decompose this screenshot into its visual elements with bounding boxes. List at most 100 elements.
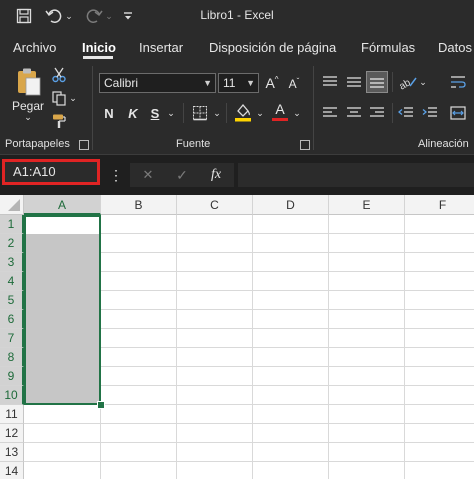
merge-center-icon[interactable] bbox=[448, 103, 468, 123]
fill-handle[interactable] bbox=[97, 401, 105, 409]
row-header-8[interactable]: 8 bbox=[0, 348, 24, 367]
more-options-icon[interactable]: ⋮ bbox=[108, 163, 124, 187]
font-color-button[interactable]: A bbox=[270, 100, 290, 122]
row-header-14[interactable]: 14 bbox=[0, 462, 24, 479]
font-dialog-launcher-icon[interactable] bbox=[300, 140, 310, 150]
align-left-icon[interactable] bbox=[320, 103, 340, 123]
row-header-10[interactable]: 10 bbox=[0, 386, 24, 405]
row-header-5[interactable]: 5 bbox=[0, 291, 24, 310]
tab-insertar[interactable]: Insertar bbox=[139, 40, 183, 55]
fill-color-icon[interactable] bbox=[233, 101, 253, 123]
tab-archivo[interactable]: Archivo bbox=[13, 40, 56, 55]
group-separator bbox=[92, 66, 93, 150]
tab-formulas[interactable]: Fórmulas bbox=[361, 40, 415, 55]
name-box[interactable]: A1:A10 bbox=[2, 159, 100, 185]
row-header-4[interactable]: 4 bbox=[0, 272, 24, 291]
align-top-icon[interactable] bbox=[320, 72, 340, 92]
borders-dropdown-icon[interactable]: ⌄ bbox=[212, 103, 222, 123]
insert-function-icon[interactable]: fx bbox=[206, 163, 226, 187]
shrink-font-caret-icon: ˇ bbox=[296, 76, 300, 86]
active-cell[interactable] bbox=[26, 217, 99, 234]
paste-dropdown-icon[interactable]: ⌄ bbox=[22, 112, 34, 122]
orientation-dropdown-icon[interactable]: ⌄ bbox=[418, 72, 428, 92]
grow-font-caret-icon: ^ bbox=[274, 74, 279, 84]
tab-datos[interactable]: Datos bbox=[438, 40, 472, 55]
title-bar: ⌄ ⌄ Libro1 - Excel bbox=[0, 0, 474, 32]
cancel-icon[interactable]: ✕ bbox=[138, 163, 158, 187]
row-header-9[interactable]: 9 bbox=[0, 367, 24, 386]
worksheet-grid[interactable]: A B C D E F 1 2 3 4 5 6 7 8 9 10 11 12 13 14 bbox=[0, 195, 474, 479]
group-separator bbox=[313, 66, 314, 150]
align-bottom-icon[interactable] bbox=[366, 71, 388, 93]
fill-color-dropdown-icon[interactable]: ⌄ bbox=[255, 103, 265, 123]
row-header-6[interactable]: 6 bbox=[0, 310, 24, 329]
format-painter-icon[interactable] bbox=[50, 112, 68, 130]
redo-icon[interactable] bbox=[84, 6, 104, 26]
row-gridline bbox=[24, 423, 474, 424]
button-separator bbox=[226, 103, 227, 123]
select-all-corner[interactable] bbox=[0, 195, 24, 215]
shrink-font-letter: A bbox=[288, 77, 297, 91]
italic-button[interactable]: K bbox=[124, 103, 142, 123]
row-header-1[interactable]: 1 bbox=[0, 215, 24, 234]
undo-dropdown-icon[interactable]: ⌄ bbox=[64, 6, 74, 26]
row-header-3[interactable]: 3 bbox=[0, 253, 24, 272]
enter-icon[interactable]: ✓ bbox=[172, 163, 192, 187]
cut-icon[interactable] bbox=[50, 66, 68, 84]
tab-disposicion-pagina[interactable]: Disposición de página bbox=[209, 40, 336, 55]
decrease-indent-icon[interactable] bbox=[396, 103, 416, 123]
grow-font-letter: A bbox=[265, 75, 275, 91]
align-middle-icon[interactable] bbox=[344, 72, 364, 92]
column-header-c[interactable]: C bbox=[177, 195, 253, 215]
column-header-b[interactable]: B bbox=[101, 195, 177, 215]
button-separator bbox=[392, 103, 393, 123]
align-center-icon[interactable] bbox=[344, 103, 364, 123]
orientation-icon[interactable]: ab bbox=[396, 72, 418, 92]
row-header-11[interactable]: 11 bbox=[0, 405, 24, 424]
increase-indent-icon[interactable] bbox=[420, 103, 440, 123]
align-right-icon[interactable] bbox=[367, 103, 387, 123]
save-icon[interactable] bbox=[14, 6, 34, 26]
row-header-2[interactable]: 2 bbox=[0, 234, 24, 253]
group-label-alineacion: Alineación bbox=[418, 138, 469, 150]
paste-icon[interactable] bbox=[14, 66, 44, 98]
button-separator bbox=[392, 72, 393, 92]
font-size-combo[interactable]: 11 ▼ bbox=[218, 73, 259, 93]
redo-dropdown-icon[interactable]: ⌄ bbox=[104, 6, 114, 26]
row-gridline bbox=[24, 461, 474, 462]
formula-input[interactable] bbox=[238, 163, 474, 187]
active-tab-indicator bbox=[83, 56, 113, 59]
borders-icon[interactable] bbox=[190, 103, 210, 123]
font-name-value: Calibri bbox=[104, 76, 139, 90]
row-header-12[interactable]: 12 bbox=[0, 424, 24, 443]
column-header-f[interactable]: F bbox=[405, 195, 474, 215]
tab-inicio[interactable]: Inicio bbox=[82, 40, 116, 55]
column-header-a[interactable]: A bbox=[24, 195, 101, 215]
row-header-13[interactable]: 13 bbox=[0, 443, 24, 462]
ribbon-tabs: Archivo Inicio Insertar Disposición de p… bbox=[0, 32, 474, 60]
clipboard-dialog-launcher-icon[interactable] bbox=[79, 140, 89, 150]
column-header-d[interactable]: D bbox=[253, 195, 329, 215]
customize-icon[interactable] bbox=[121, 6, 135, 26]
selected-range[interactable] bbox=[24, 215, 101, 405]
copy-dropdown-icon[interactable]: ⌄ bbox=[68, 89, 78, 107]
grow-font-button[interactable]: A ^ bbox=[263, 73, 281, 93]
row-header-7[interactable]: 7 bbox=[0, 329, 24, 348]
chevron-down-icon: ▼ bbox=[246, 78, 255, 88]
wrap-text-icon[interactable] bbox=[448, 72, 468, 92]
font-color-dropdown-icon[interactable]: ⌄ bbox=[292, 103, 302, 123]
group-label-portapapeles: Portapapeles bbox=[5, 138, 70, 150]
underline-button[interactable]: S bbox=[146, 103, 164, 123]
font-name-combo[interactable]: Calibri ▼ bbox=[99, 73, 216, 93]
underline-dropdown-icon[interactable]: ⌄ bbox=[166, 103, 176, 123]
font-size-value: 11 bbox=[223, 76, 236, 90]
shrink-font-button[interactable]: Aˇ bbox=[285, 74, 303, 94]
chevron-down-icon: ▼ bbox=[203, 78, 212, 88]
font-color-swatch bbox=[272, 117, 288, 121]
svg-text:ab: ab bbox=[397, 77, 413, 90]
column-header-e[interactable]: E bbox=[329, 195, 405, 215]
button-separator bbox=[183, 103, 184, 123]
bold-button[interactable]: N bbox=[100, 103, 118, 123]
undo-icon[interactable] bbox=[44, 6, 64, 26]
copy-icon[interactable] bbox=[50, 89, 68, 107]
